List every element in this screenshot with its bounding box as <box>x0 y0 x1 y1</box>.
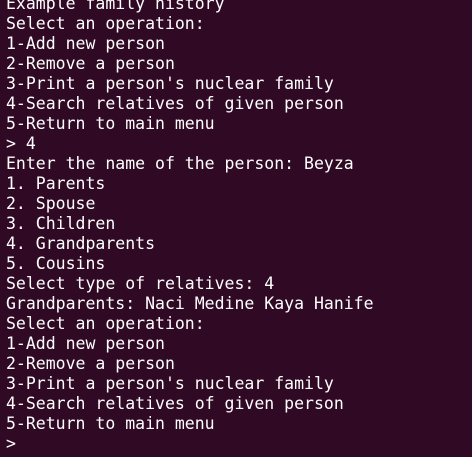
terminal-window[interactable]: Example family history Select an operati… <box>0 0 472 457</box>
command-prompt[interactable]: > <box>6 434 374 454</box>
relative-option-cousins: 5. Cousins <box>6 254 106 273</box>
menu-option-search-relatives: 4-Search relatives of given person <box>6 94 344 113</box>
person-name-prompt: Enter the name of the person: Beyza <box>6 154 354 173</box>
menu-option-remove-person: 2-Remove a person <box>6 354 175 373</box>
relative-type-prompt: Select type of relatives: 4 <box>6 274 275 293</box>
terminal-output: Example family history Select an operati… <box>6 0 374 454</box>
menu-option-print-family: 3-Print a person's nuclear family <box>6 374 334 393</box>
menu-option-remove-person: 2-Remove a person <box>6 54 175 73</box>
relative-option-spouse: 2. Spouse <box>6 194 96 213</box>
menu-option-print-family: 3-Print a person's nuclear family <box>6 74 334 93</box>
grandparents-result: Grandparents: Naci Medine Kaya Hanife <box>6 294 374 313</box>
menu-option-search-relatives: 4-Search relatives of given person <box>6 394 344 413</box>
relative-option-children: 3. Children <box>6 214 116 233</box>
menu-option-return: 5-Return to main menu <box>6 414 215 433</box>
menu-option-add-person: 1-Add new person <box>6 34 165 53</box>
user-input-line: > 4 <box>6 134 36 153</box>
menu-prompt: Select an operation: <box>6 14 205 33</box>
menu-option-add-person: 1-Add new person <box>6 334 165 353</box>
menu-prompt: Select an operation: <box>6 314 205 333</box>
terminal-line-cut-off: Example family history <box>6 0 225 13</box>
menu-option-return: 5-Return to main menu <box>6 114 215 133</box>
relative-option-grandparents: 4. Grandparents <box>6 234 156 253</box>
relative-option-parents: 1. Parents <box>6 174 106 193</box>
